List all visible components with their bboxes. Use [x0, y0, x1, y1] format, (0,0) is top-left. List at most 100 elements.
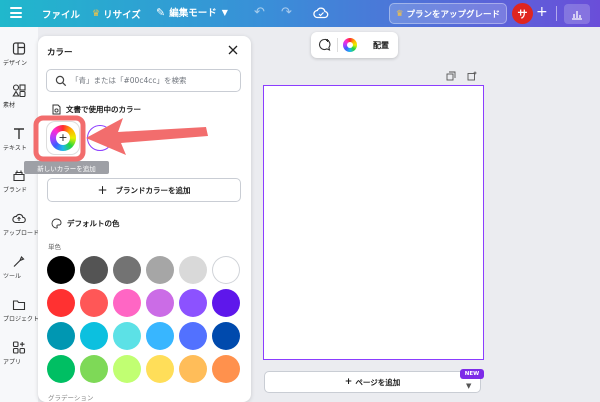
color-swatch[interactable] — [47, 289, 75, 317]
sidebar-item-label: 素材 — [3, 102, 16, 109]
resize-label: リサイズ — [103, 10, 141, 21]
menu-icon[interactable] — [10, 7, 22, 19]
color-swatch[interactable] — [47, 355, 75, 383]
color-swatch[interactable] — [179, 355, 207, 383]
duplicate-page-icon[interactable] — [446, 71, 456, 81]
color-panel: カラー 「青」または「#00c4cc」を検索 文書で使用中のカラー + + ブラ… — [38, 36, 251, 402]
design-icon — [12, 42, 26, 55]
color-swatch[interactable] — [113, 256, 141, 284]
panel-title: カラー — [47, 48, 73, 58]
color-swatch[interactable] — [146, 256, 174, 284]
undo-icon[interactable]: ↶ — [254, 5, 265, 20]
add-color-tooltip: 新しいカラーを追加 — [24, 161, 109, 174]
color-swatch[interactable] — [212, 256, 240, 284]
sidebar-item-projects[interactable]: プロジェクト — [0, 297, 40, 323]
plus-icon: + — [56, 131, 70, 145]
color-swatch[interactable] — [113, 322, 141, 350]
sidebar-item-upload[interactable]: アップロード — [0, 211, 40, 237]
upgrade-label: プランをアップグレード — [406, 9, 501, 20]
add-page-icon[interactable] — [467, 71, 477, 81]
left-sidebar: デザイン 素材 テキスト ブランド アップロード ツール プロジェクト アプリ — [0, 27, 40, 402]
sidebar-item-text[interactable]: テキスト — [0, 126, 38, 152]
tools-icon — [13, 255, 25, 267]
apps-icon — [12, 341, 26, 354]
search-icon — [55, 75, 67, 87]
divider — [556, 6, 557, 21]
file-menu[interactable]: ファイル — [42, 7, 80, 21]
color-swatch[interactable] — [113, 289, 141, 317]
color-swatch[interactable] — [80, 355, 108, 383]
doc-colors-title: 文書で使用中のカラー — [66, 105, 141, 114]
palette-icon — [51, 218, 62, 229]
doc-colors-heading: 文書で使用中のカラー — [51, 104, 141, 115]
crown-icon: ♛ — [92, 9, 101, 19]
default-colors-heading: デフォルトの色 — [51, 218, 120, 229]
plus-icon: + — [97, 183, 108, 197]
insights-button[interactable] — [564, 4, 590, 24]
sidebar-item-design[interactable]: デザイン — [0, 41, 38, 67]
document-palette-icon — [52, 104, 61, 115]
sidebar-item-label: ツール — [3, 273, 22, 280]
design-page[interactable] — [263, 85, 484, 360]
sidebar-item-elements[interactable]: 素材 — [0, 83, 38, 109]
text-icon — [14, 128, 24, 139]
color-swatch[interactable] — [146, 355, 174, 383]
crown-icon: ♛ — [395, 8, 404, 19]
chevron-down-icon: ▼ — [221, 7, 228, 17]
comment-add-icon[interactable] — [318, 38, 331, 51]
chevron-down-icon[interactable]: ▼ — [466, 382, 471, 390]
color-swatch[interactable] — [179, 289, 207, 317]
upload-icon — [12, 213, 26, 224]
color-swatch[interactable] — [47, 322, 75, 350]
sidebar-item-label: アプリ — [3, 359, 22, 366]
resize-button[interactable]: ♛ リサイズ — [92, 7, 141, 21]
redo-icon[interactable]: ↷ — [281, 5, 292, 20]
elements-icon — [12, 84, 26, 98]
divider — [337, 38, 338, 52]
plus-icon[interactable]: + — [536, 4, 548, 20]
sidebar-item-label: アップロード — [3, 230, 40, 237]
plus-icon: + — [344, 377, 353, 387]
top-bar: ファイル ♛ リサイズ ✎ 編集モード ▼ ↶ ↷ ♛ プランをアップグレード … — [0, 0, 600, 27]
color-swatch[interactable] — [80, 256, 108, 284]
edit-mode-label: 編集モード — [169, 8, 217, 19]
sidebar-item-label: プロジェクト — [3, 316, 40, 323]
color-wheel-icon[interactable] — [343, 38, 357, 52]
add-page-label: ページを追加 — [355, 377, 401, 387]
color-swatch[interactable] — [212, 355, 240, 383]
color-swatch[interactable] — [179, 322, 207, 350]
solid-colors-label: 単色 — [48, 243, 61, 251]
color-swatch[interactable] — [47, 256, 75, 284]
close-icon[interactable] — [227, 44, 239, 56]
color-swatch[interactable] — [146, 322, 174, 350]
sidebar-item-label: ブランド — [3, 187, 28, 194]
color-wheel-icon: + — [50, 125, 76, 151]
add-new-color-button[interactable]: + — [47, 122, 79, 154]
color-swatch[interactable] — [80, 322, 108, 350]
gradient-label: グラデーション — [48, 394, 94, 402]
brand-button-label: ブランドカラーを追加 — [115, 185, 191, 195]
add-page-button[interactable]: + ページを追加 — [264, 371, 481, 393]
sidebar-item-tools[interactable]: ツール — [0, 254, 38, 280]
context-toolbar: 配置 — [311, 32, 398, 58]
color-swatch[interactable] — [179, 256, 207, 284]
pencil-icon: ✎ — [156, 5, 166, 19]
sidebar-item-label: デザイン — [3, 60, 28, 67]
default-colors-title: デフォルトの色 — [67, 219, 120, 228]
search-placeholder: 「青」または「#00c4cc」を検索 — [71, 76, 187, 85]
upgrade-button[interactable]: ♛ プランをアップグレード — [389, 3, 507, 24]
avatar[interactable]: サ — [512, 3, 533, 24]
edit-mode-dropdown[interactable]: ✎ 編集モード ▼ — [156, 5, 228, 20]
color-swatch[interactable] — [212, 289, 240, 317]
color-swatch[interactable] — [113, 355, 141, 383]
color-swatch[interactable] — [146, 289, 174, 317]
position-button[interactable]: 配置 — [373, 40, 389, 51]
doc-color-swatch[interactable] — [87, 125, 113, 151]
bar-chart-icon — [572, 10, 582, 20]
color-swatch[interactable] — [212, 322, 240, 350]
color-swatch[interactable] — [80, 289, 108, 317]
color-search-input[interactable]: 「青」または「#00c4cc」を検索 — [46, 69, 241, 92]
sidebar-item-apps[interactable]: アプリ — [0, 340, 38, 366]
cloud-save-icon[interactable] — [313, 5, 329, 21]
add-brand-color-button[interactable]: + ブランドカラーを追加 — [47, 178, 241, 202]
